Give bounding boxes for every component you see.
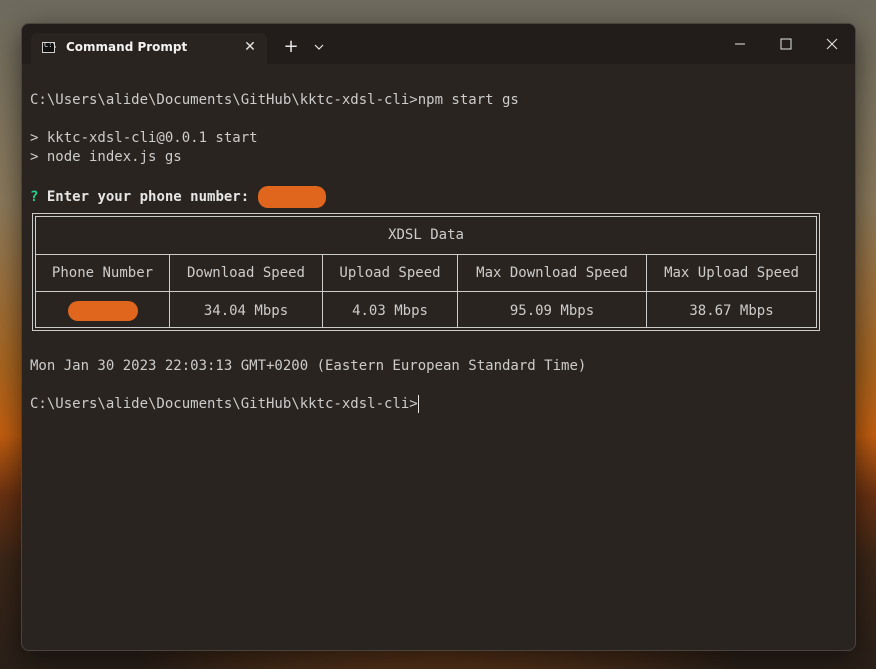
timestamp-line: Mon Jan 30 2023 22:03:13 GMT+0200 (Easte… bbox=[30, 358, 587, 374]
maximize-icon[interactable] bbox=[771, 32, 801, 56]
phone-prompt: ? Enter your phone number: bbox=[30, 186, 326, 208]
title-bar[interactable]: C:\ Command Prompt ✕ + bbox=[22, 24, 855, 64]
table-header: Max Download Speed bbox=[476, 265, 628, 281]
chevron-down-icon[interactable] bbox=[311, 39, 327, 55]
minimize-icon[interactable] bbox=[725, 32, 755, 56]
close-icon[interactable]: ✕ bbox=[242, 38, 258, 56]
terminal-output[interactable]: C:\Users\alide\Documents\GitHub\kktc-xds… bbox=[22, 64, 855, 650]
tab-title: Command Prompt bbox=[66, 40, 188, 54]
max-download-speed-value: 95.09 Mbps bbox=[509, 303, 595, 319]
command-prompt-line[interactable]: C:\Users\alide\Documents\GitHub\kktc-xds… bbox=[30, 395, 419, 414]
upload-speed-value: 4.03 Mbps bbox=[352, 303, 428, 319]
table-header: Download Speed bbox=[186, 265, 305, 281]
prompt-path: C:\Users\alide\Documents\GitHub\kktc-xds… bbox=[30, 396, 418, 412]
close-icon[interactable] bbox=[817, 32, 847, 56]
table-header: Phone Number bbox=[51, 265, 154, 281]
command-line: C:\Users\alide\Documents\GitHub\kktc-xds… bbox=[30, 92, 519, 108]
terminal-window[interactable]: C:\ Command Prompt ✕ + C:\Users\alide\Do… bbox=[21, 23, 856, 651]
max-upload-speed-value: 38.67 Mbps bbox=[689, 303, 774, 319]
text-cursor bbox=[417, 395, 419, 413]
download-speed-value: 34.04 Mbps bbox=[203, 303, 289, 319]
table-header: Max Upload Speed bbox=[664, 265, 799, 281]
table-title: XDSL Data bbox=[388, 227, 464, 243]
xdsl-data-table: XDSL Data Phone Number Download Speed Up… bbox=[32, 213, 820, 331]
tab-command-prompt[interactable]: C:\ Command Prompt ✕ bbox=[31, 33, 267, 64]
table-row bbox=[36, 301, 169, 321]
prompt-text: Enter your phone number: bbox=[38, 189, 258, 205]
redacted-phone-number bbox=[67, 301, 138, 321]
command-prompt-icon: C:\ bbox=[42, 41, 57, 53]
npm-output-line: > kktc-xdsl-cli@0.0.1 start bbox=[30, 130, 258, 146]
redacted-phone-input bbox=[257, 186, 326, 208]
table-header: Upload Speed bbox=[339, 265, 441, 281]
npm-output-line: > node index.js gs bbox=[30, 149, 182, 165]
plus-icon[interactable]: + bbox=[280, 37, 302, 57]
